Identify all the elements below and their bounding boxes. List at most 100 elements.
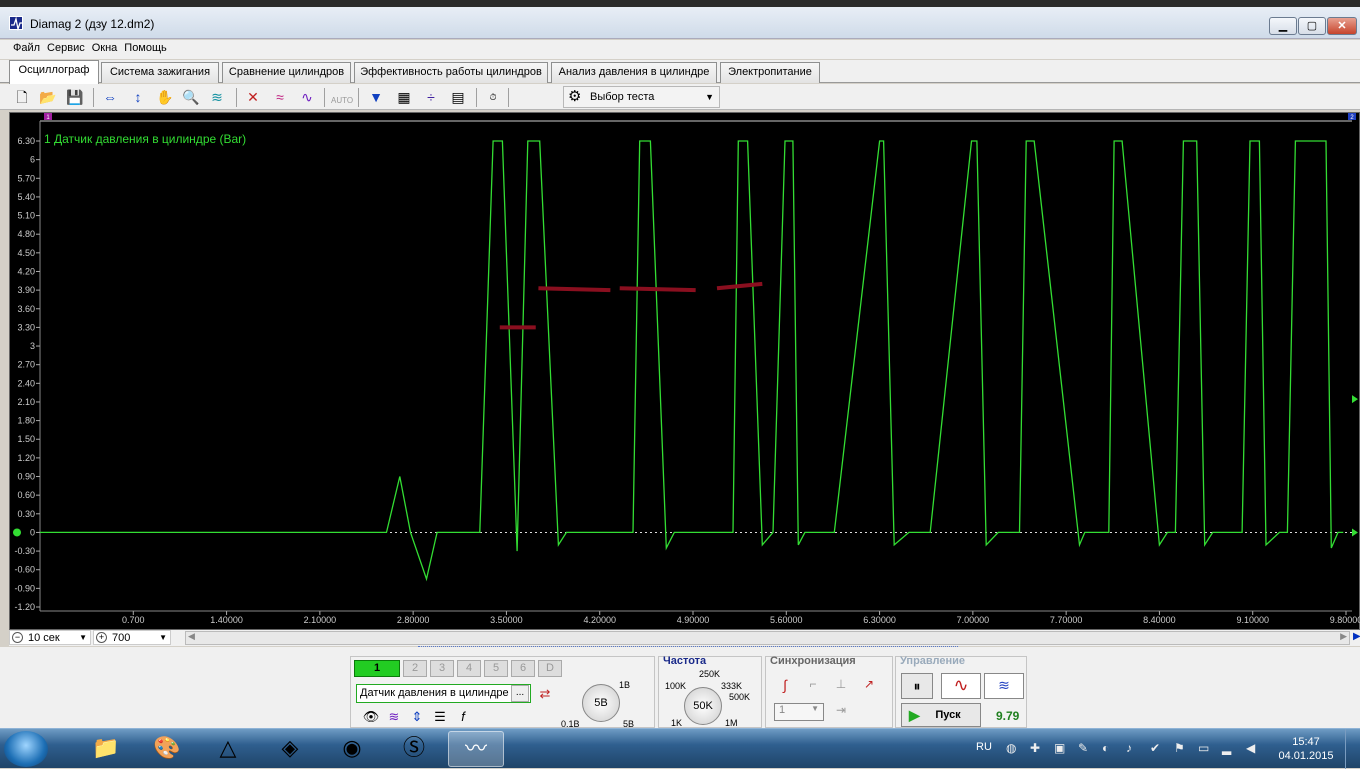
start-button[interactable]: ▶ Пуск xyxy=(901,703,981,727)
tray-display-icon[interactable]: ▭ xyxy=(1198,741,1209,755)
y-tick-label: 1.20 xyxy=(17,453,35,463)
line-style-icon[interactable]: ☰ xyxy=(430,708,450,726)
test-select[interactable]: ⚙ Выбор теста ▼ xyxy=(563,86,720,108)
clock-time: 15:47 xyxy=(1292,736,1320,748)
scroll-end-icon[interactable]: ▶ xyxy=(1353,631,1360,642)
menu-service[interactable]: Сервис xyxy=(43,40,88,54)
close-button[interactable]: ✕ xyxy=(1327,17,1357,35)
auto-icon[interactable]: AUTO xyxy=(331,87,353,107)
app-shield-icon[interactable]: ◈ xyxy=(262,731,318,767)
sync-arrows-icon[interactable]: ⇥ xyxy=(830,703,852,721)
oscilloscope-plot[interactable]: 6.30 6 5.70 5.40 5.10 4.80 4.50 4.20 3.90 3.60 3.3… xyxy=(9,112,1360,630)
tab-ignition[interactable]: Система зажигания xyxy=(101,62,219,83)
measure-icon[interactable]: ↕ xyxy=(128,87,148,107)
channel-button-6[interactable]: 6 xyxy=(511,660,535,677)
tab-cylinder-compare[interactable]: Сравнение цилиндров xyxy=(222,62,351,83)
knob-label-1v: 1В xyxy=(619,680,631,690)
sync-channel-select[interactable]: 1 ▼ xyxy=(774,703,824,721)
show-desktop-button[interactable] xyxy=(1345,729,1360,769)
skype-icon[interactable]: Ⓢ xyxy=(386,731,442,767)
language-indicator[interactable]: RU xyxy=(976,741,992,753)
horizontal-scrollbar[interactable]: ◀ ▶ xyxy=(185,631,1350,645)
x-tick-label: 4.20000 xyxy=(583,615,616,625)
tray-update-icon[interactable]: ◍ xyxy=(1006,741,1016,755)
channel-button-4[interactable]: 4 xyxy=(457,660,481,677)
tray-signal-icon[interactable]: ▂ xyxy=(1222,741,1231,755)
timebase-select[interactable]: − 10 сек ▼ xyxy=(9,630,91,645)
open-folder-icon[interactable]: 📂 xyxy=(38,87,58,107)
cursor-mode-icon[interactable]: ⇔ xyxy=(100,87,120,107)
hand-icon[interactable]: ✋ xyxy=(155,87,175,107)
channel-button-2[interactable]: 2 xyxy=(403,660,427,677)
voltage-knob[interactable]: 5В xyxy=(582,684,620,722)
new-file-icon[interactable]: 🗋 xyxy=(12,87,32,107)
start-orb[interactable] xyxy=(4,731,48,767)
scroll-right-icon[interactable]: ▶ xyxy=(1340,631,1347,642)
tab-cylinder-efficiency[interactable]: Эффективность работы цилиндров xyxy=(354,62,548,83)
tab-oscilloscope[interactable]: Осциллограф xyxy=(9,60,99,84)
continuous-mode-button[interactable]: ≋ xyxy=(984,673,1024,699)
maximize-button[interactable]: ▢ xyxy=(1298,17,1326,35)
freq-label-250k: 250K xyxy=(699,669,721,679)
channel-button-d[interactable]: D xyxy=(538,660,562,677)
scroll-left-icon[interactable]: ◀ xyxy=(188,631,195,642)
sync-falling-icon[interactable]: ⌐ xyxy=(802,677,824,697)
channel-button-1[interactable]: 1 xyxy=(354,660,400,677)
minimize-button[interactable]: ▁ xyxy=(1269,17,1297,35)
toolbar-separator xyxy=(236,88,237,107)
points-select[interactable]: + 700 ▼ xyxy=(93,630,171,645)
tray-tool-icon[interactable]: ✚ xyxy=(1030,741,1040,755)
filter-icon[interactable]: ≈ xyxy=(270,87,290,107)
menu-file[interactable]: Файл xyxy=(9,40,43,54)
tray-edit-icon[interactable]: ✎ xyxy=(1078,741,1088,755)
clock[interactable]: 15:47 04.01.2015 xyxy=(1275,735,1337,763)
probe-icon[interactable]: ⇄ xyxy=(535,685,555,703)
timebase-value: 10 сек xyxy=(28,632,60,644)
overlay-icon[interactable]: ∿ xyxy=(297,87,317,107)
layers-icon[interactable]: ≋ xyxy=(207,87,227,107)
tray-flag-icon[interactable]: ⚑ xyxy=(1174,741,1185,755)
sync-rising-icon[interactable]: ∫ xyxy=(774,677,796,697)
offset-icon[interactable]: ⇕ xyxy=(407,708,427,726)
diamag-icon[interactable]: 〰 xyxy=(448,731,504,767)
channel-button-5[interactable]: 5 xyxy=(484,660,508,677)
invert-icon[interactable]: ✕ xyxy=(243,87,263,107)
table-icon[interactable]: ▦ xyxy=(394,87,414,107)
save-icon[interactable]: 💾 xyxy=(65,87,85,107)
tab-power[interactable]: Электропитание xyxy=(720,62,820,83)
sync-edge-icon[interactable]: ⊥ xyxy=(830,677,852,697)
pause-button[interactable]: ⏸ xyxy=(901,673,933,699)
explorer-icon[interactable]: 📁 xyxy=(78,731,134,767)
sensor-browse-button[interactable]: ... xyxy=(511,685,529,702)
paint-icon[interactable]: 🎨 xyxy=(139,731,195,767)
tray-volume-icon[interactable]: ◀ xyxy=(1246,741,1255,755)
report-icon[interactable]: ▤ xyxy=(448,87,468,107)
y-tick-label: 4.50 xyxy=(17,248,35,258)
tray-speaker-icon[interactable]: ♪ xyxy=(1126,741,1132,755)
zoom-icon[interactable]: 🔍 xyxy=(181,87,201,107)
chrome-icon[interactable]: ◉ xyxy=(324,731,380,767)
menu-windows[interactable]: Окна xyxy=(88,40,121,54)
tray-security-icon[interactable]: ✔ xyxy=(1150,741,1160,755)
frequency-knob[interactable]: 50K xyxy=(684,687,722,725)
eye-icon[interactable]: 👁 xyxy=(361,708,381,726)
tray-globe-icon[interactable]: ◐ xyxy=(1102,741,1109,755)
sync-group: Синхронизация ∫ ⌐ ⊥ ↗ 1 ▼ ⇥ xyxy=(765,655,893,728)
tab-pressure-analysis[interactable]: Анализ давления в цилиндре xyxy=(551,62,717,83)
single-mode-button[interactable]: ∿ xyxy=(941,673,981,699)
minus-icon: − xyxy=(12,632,23,643)
split-icon[interactable]: ÷ xyxy=(421,87,441,107)
wave-icon[interactable]: ≋ xyxy=(384,708,404,726)
function-icon[interactable]: f xyxy=(453,708,473,726)
voltage-knob-value: 5В xyxy=(594,697,608,709)
channel-filter-icon[interactable]: ▼ xyxy=(366,87,386,107)
channel-button-3[interactable]: 3 xyxy=(430,660,454,677)
auto-setup-icon[interactable]: ⏱ xyxy=(483,87,503,107)
channel-zero-marker xyxy=(13,528,21,537)
app-triangle-icon[interactable]: △ xyxy=(200,731,256,767)
freq-label-1m: 1M xyxy=(725,718,738,728)
sync-cursor-icon[interactable]: ↗ xyxy=(858,677,880,697)
sensor-field[interactable]: Датчик давления в цилиндре xyxy=(356,684,531,703)
menu-help[interactable]: Помощь xyxy=(120,40,170,54)
tray-box-icon[interactable]: ▣ xyxy=(1054,741,1065,755)
